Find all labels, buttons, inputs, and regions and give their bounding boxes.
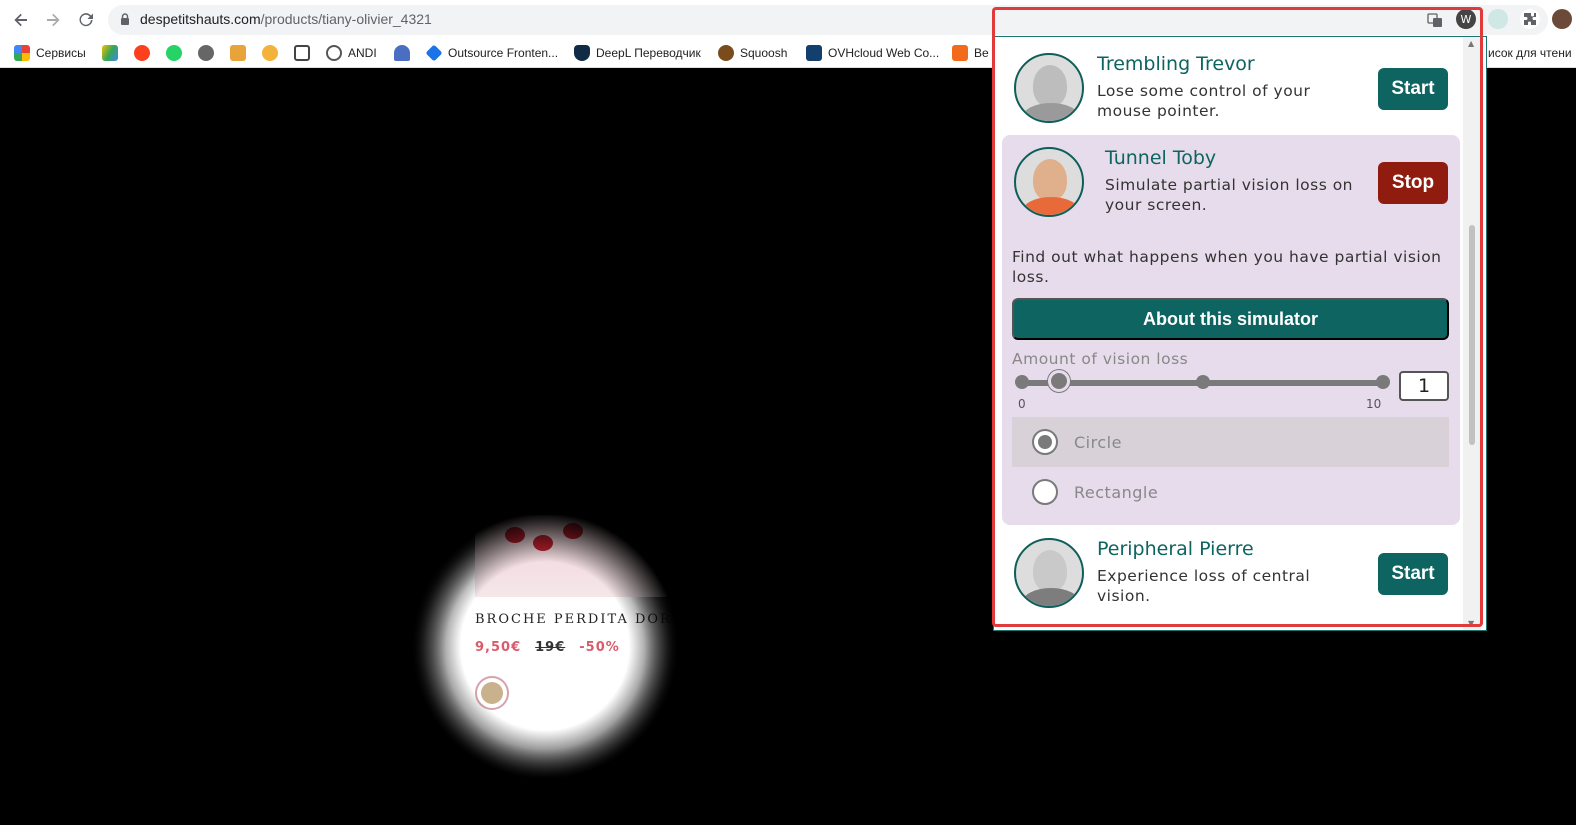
trevor-avatar — [1014, 53, 1084, 123]
slider-min-label: 0 — [1018, 397, 1026, 411]
slider-tick — [1376, 375, 1390, 389]
bookmark-yandex[interactable] — [134, 44, 150, 62]
product-image[interactable] — [475, 515, 685, 597]
google-drive-icon — [102, 45, 118, 61]
address-bar[interactable]: despetitshauts.com/products/tiany-olivie… — [108, 5, 1548, 35]
sim-desc-trevor: Lose some control of your mouse pointer. — [1097, 82, 1311, 120]
url-path: /products/tiany-olivier_4321 — [260, 11, 432, 27]
bookmark-chromatic[interactable] — [262, 44, 278, 62]
bookmark-outsource[interactable]: Outsource Fronten... — [425, 44, 559, 62]
squoosh-icon — [718, 45, 734, 61]
product-discount: -50% — [579, 640, 620, 655]
scroll-up-icon[interactable]: ▲ — [1468, 39, 1474, 48]
funkify-extension-icon[interactable] — [1488, 9, 1508, 29]
url-text[interactable]: despetitshauts.com/products/tiany-olivie… — [140, 11, 432, 27]
circle-radio[interactable] — [1032, 429, 1058, 455]
translate-icon[interactable] — [1426, 11, 1444, 29]
slider-tick — [1015, 375, 1029, 389]
bookmark-label: Squoosh — [740, 46, 788, 60]
slider-tick — [1196, 375, 1210, 389]
lock-icon — [121, 13, 129, 25]
product-old-price: 19€ — [535, 640, 566, 655]
code-icon — [294, 45, 310, 61]
reload-icon[interactable] — [75, 9, 97, 31]
funkify-popup: Trembling Trevor Lose some control of yo… — [993, 36, 1487, 631]
bookmark-label: ANDI — [348, 46, 377, 60]
berry-decoration — [505, 527, 525, 543]
wordpress-extension-icon[interactable]: W — [1456, 9, 1476, 29]
browser-window: despetitshauts.com/products/tiany-olivie… — [0, 0, 1576, 825]
radio-label: Circle — [1074, 432, 1122, 452]
berry-decoration — [533, 535, 553, 551]
bookmark-trello[interactable] — [230, 44, 246, 62]
browser-toolbar: despetitshauts.com/products/tiany-olivie… — [0, 0, 1576, 38]
bookmark-label: OVHcloud Web Co... — [828, 46, 940, 60]
amount-label: Amount of vision loss — [1012, 350, 1189, 368]
globe-icon — [326, 45, 342, 61]
rectangle-radio[interactable] — [1032, 479, 1058, 505]
bookmark-behance[interactable]: Be — [952, 44, 989, 62]
bookmark-google-drive[interactable] — [102, 44, 118, 62]
bookmark-squoosh[interactable]: Squoosh — [718, 44, 787, 62]
bookmark-code[interactable] — [294, 44, 310, 62]
simulator-description: Find out what happens when you have part… — [1012, 248, 1442, 286]
pierre-start-button[interactable]: Start — [1378, 553, 1448, 595]
toby-avatar — [1014, 147, 1084, 217]
back-icon[interactable] — [10, 9, 32, 31]
bookmark-label: Be — [974, 46, 989, 60]
radio-label: Rectangle — [1074, 482, 1159, 502]
sim-desc-toby: Simulate partial vision loss on your scr… — [1105, 176, 1354, 214]
color-swatch[interactable] — [475, 676, 509, 710]
forward-icon[interactable] — [42, 9, 64, 31]
deepl-icon — [574, 45, 590, 61]
wifi-icon — [394, 45, 410, 61]
url-domain: despetitshauts.com — [140, 11, 261, 27]
bookmark-reading-list[interactable]: исок для чтени — [1488, 44, 1572, 62]
sim-name-toby: Tunnel Toby — [1105, 147, 1217, 169]
pierre-avatar — [1014, 538, 1084, 608]
whatsapp-icon — [166, 45, 182, 61]
power-icon — [198, 45, 214, 61]
bookmark-label: DeepL Переводчик — [596, 46, 701, 60]
chromatic-icon — [262, 45, 278, 61]
trevor-start-button[interactable]: Start — [1378, 68, 1448, 110]
about-simulator-button[interactable]: About this simulator — [1012, 298, 1449, 340]
diamond-icon — [425, 44, 443, 62]
bookmark-power[interactable] — [198, 44, 214, 62]
slider-max-label: 10 — [1366, 397, 1382, 411]
profile-avatar[interactable] — [1552, 9, 1572, 29]
slider-thumb[interactable] — [1048, 370, 1070, 392]
sim-name-trevor: Trembling Trevor — [1097, 53, 1255, 75]
scroll-down-icon[interactable]: ▼ — [1468, 619, 1474, 628]
product-price: 9,50€ — [475, 640, 522, 655]
bookmark-wifi[interactable] — [394, 44, 410, 62]
bookmark-label: Сервисы — [36, 46, 86, 60]
yandex-icon — [134, 45, 150, 61]
bookmark-label: Outsource Fronten... — [448, 46, 559, 60]
bookmark-andi[interactable]: ANDI — [326, 44, 377, 62]
scroll-thumb[interactable] — [1469, 225, 1475, 445]
toby-active-panel: Tunnel Toby Simulate partial vision loss… — [1002, 135, 1460, 525]
shape-option-circle[interactable]: Circle — [1012, 417, 1449, 467]
bookmark-label: исок для чтени — [1488, 46, 1572, 60]
berry-decoration — [563, 523, 583, 539]
bookmark-services[interactable]: Сервисы — [14, 44, 86, 62]
bookmark-whatsapp[interactable] — [166, 44, 182, 62]
trello-icon — [230, 45, 246, 61]
bookmark-ovhcloud[interactable]: OVHcloud Web Co... — [806, 44, 939, 62]
behance-icon — [952, 45, 968, 61]
apps-grid-icon — [14, 45, 30, 61]
sim-name-pierre: Peripheral Pierre — [1097, 538, 1254, 560]
popup-scrollbar[interactable]: ▲ ▼ — [1463, 37, 1481, 630]
bookmark-deepl[interactable]: DeepL Переводчик — [574, 44, 701, 62]
product-price-row: 9,50€ 19€ -50% — [475, 640, 620, 655]
ovh-icon — [806, 45, 822, 61]
product-name[interactable]: BROCHE PERDITA DOR — [475, 612, 672, 627]
shape-option-rectangle[interactable]: Rectangle — [1012, 467, 1449, 517]
extensions-puzzle-icon[interactable] — [1520, 9, 1540, 29]
amount-input[interactable]: 1 — [1399, 371, 1449, 401]
toby-stop-button[interactable]: Stop — [1378, 162, 1448, 204]
sim-desc-pierre: Experience loss of central vision. — [1097, 567, 1311, 605]
